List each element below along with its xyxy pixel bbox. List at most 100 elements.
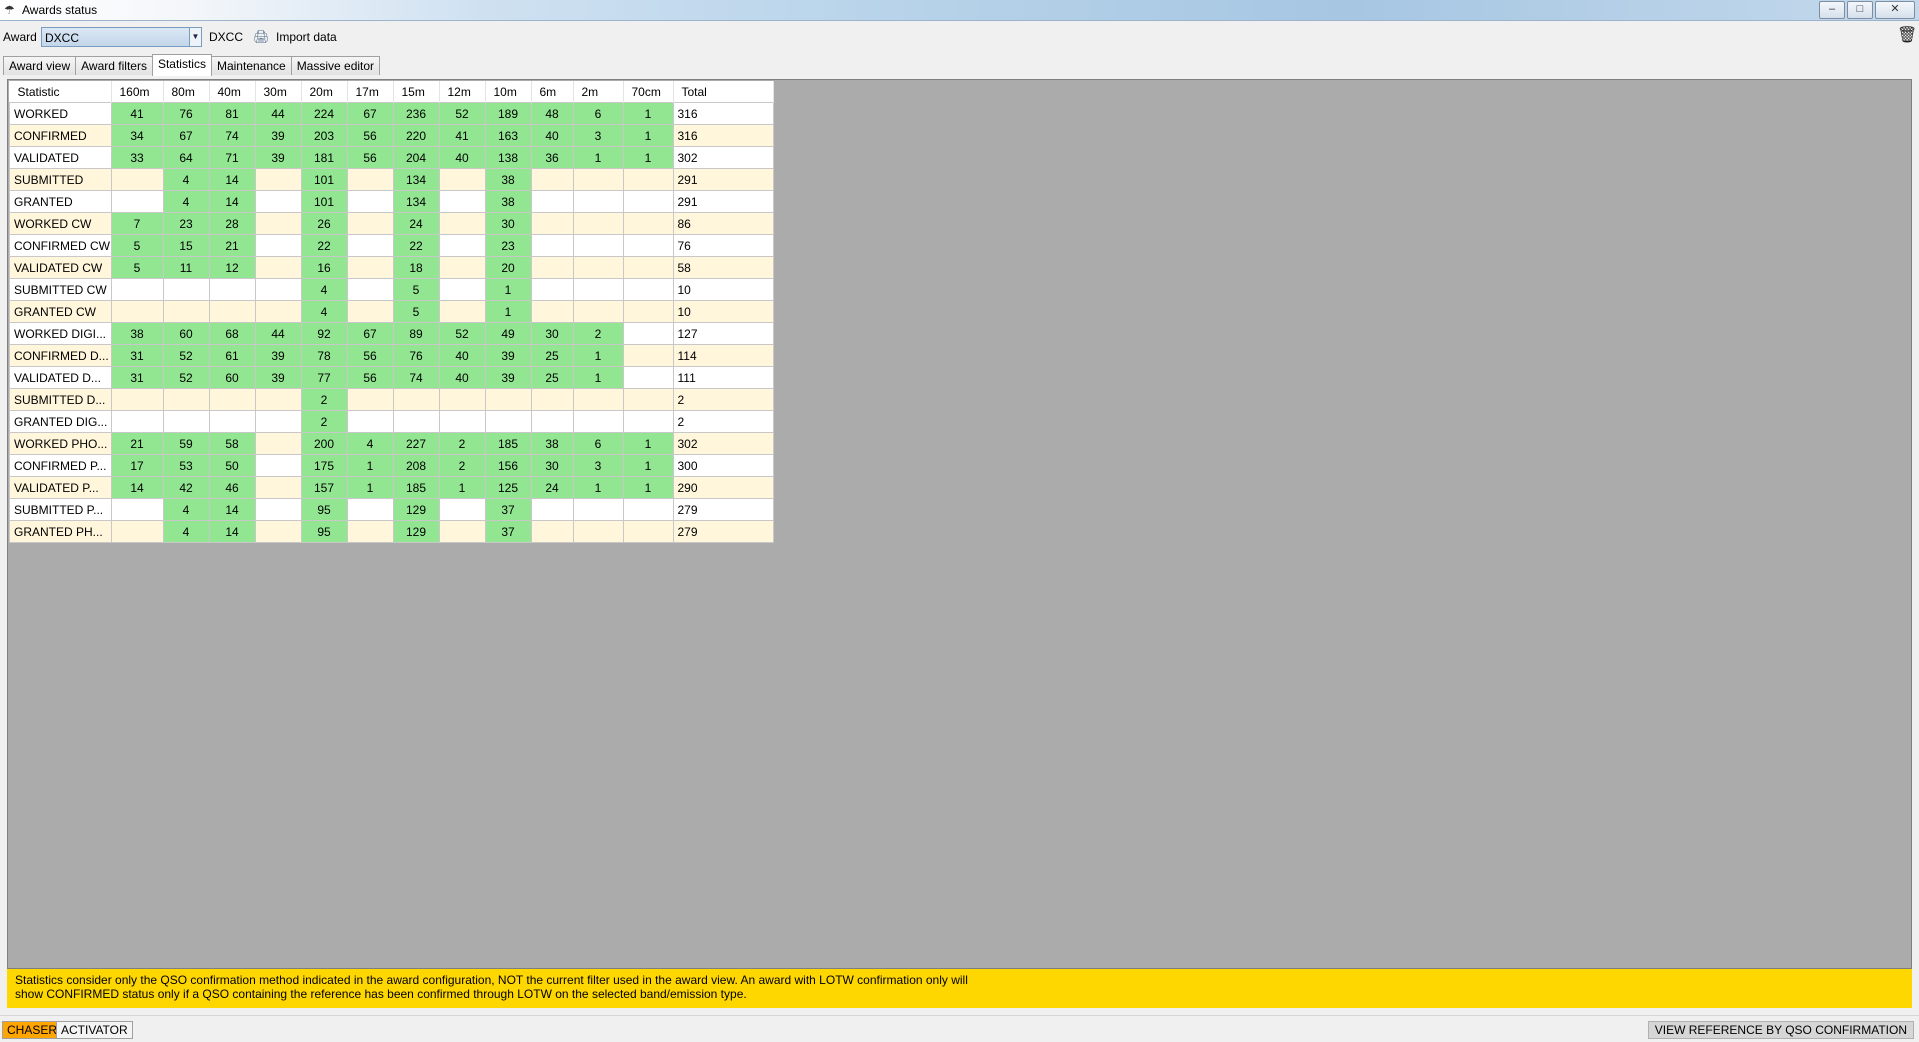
band-value-cell[interactable]: 39: [484, 344, 532, 367]
band-value-cell[interactable]: 39: [254, 146, 302, 169]
band-value-cell[interactable]: 24: [392, 212, 440, 235]
band-value-cell[interactable]: 95: [300, 498, 348, 521]
column-header[interactable]: 6m: [531, 81, 574, 103]
band-value-cell[interactable]: [530, 234, 574, 257]
band-value-cell[interactable]: [438, 388, 486, 411]
band-value-cell[interactable]: 20: [484, 256, 532, 279]
band-value-cell[interactable]: 76: [392, 344, 440, 367]
total-cell[interactable]: 302: [672, 146, 774, 169]
table-row[interactable]: VALIDATED D... 31 52 60 39 77 56 74 40 39 25 1 111: [9, 366, 774, 389]
band-value-cell[interactable]: [110, 520, 164, 543]
band-value-cell[interactable]: 44: [254, 322, 302, 345]
table-row[interactable]: GRANTED PH... 4 14 95 129 37 279: [9, 520, 774, 543]
band-value-cell[interactable]: 34: [110, 124, 164, 147]
statistic-name-cell[interactable]: VALIDATED P...: [9, 476, 112, 499]
band-value-cell[interactable]: 15: [162, 234, 210, 257]
band-value-cell[interactable]: 157: [300, 476, 348, 499]
column-header[interactable]: 20m: [301, 81, 348, 103]
view-reference-button[interactable]: VIEW REFERENCE BY QSO CONFIRMATION: [1647, 1021, 1914, 1039]
table-row[interactable]: WORKED 41 76 81 44 224 67 236 52 189 48 6 1 316: [9, 102, 774, 125]
total-cell[interactable]: 111: [672, 366, 774, 389]
band-value-cell[interactable]: [162, 410, 210, 433]
band-value-cell[interactable]: [438, 410, 486, 433]
band-value-cell[interactable]: [530, 388, 574, 411]
band-value-cell[interactable]: [484, 388, 532, 411]
band-value-cell[interactable]: [110, 410, 164, 433]
band-value-cell[interactable]: [254, 278, 302, 301]
statistic-name-cell[interactable]: SUBMITTED P...: [9, 498, 112, 521]
band-value-cell[interactable]: [530, 498, 574, 521]
statistic-name-cell[interactable]: GRANTED CW: [9, 300, 112, 323]
band-value-cell[interactable]: 1: [346, 454, 394, 477]
statistic-name-cell[interactable]: SUBMITTED CW: [9, 278, 112, 301]
band-value-cell[interactable]: 175: [300, 454, 348, 477]
band-value-cell[interactable]: 5: [392, 278, 440, 301]
band-value-cell[interactable]: 25: [530, 344, 574, 367]
tab-award-view[interactable]: Award view: [3, 56, 77, 75]
band-value-cell[interactable]: [208, 388, 256, 411]
band-value-cell[interactable]: 60: [208, 366, 256, 389]
band-value-cell[interactable]: [622, 234, 674, 257]
band-value-cell[interactable]: 21: [208, 234, 256, 257]
table-row[interactable]: GRANTED CW 4 5 1 10: [9, 300, 774, 323]
band-value-cell[interactable]: 21: [110, 432, 164, 455]
band-value-cell[interactable]: 92: [300, 322, 348, 345]
band-value-cell[interactable]: 101: [300, 168, 348, 191]
maximize-icon[interactable]: □: [1847, 1, 1873, 19]
band-value-cell[interactable]: 38: [484, 168, 532, 191]
band-value-cell[interactable]: [572, 212, 624, 235]
band-value-cell[interactable]: [254, 520, 302, 543]
band-value-cell[interactable]: 44: [254, 102, 302, 125]
statistic-name-cell[interactable]: GRANTED DIG...: [9, 410, 112, 433]
band-value-cell[interactable]: 4: [162, 190, 210, 213]
band-value-cell[interactable]: 138: [484, 146, 532, 169]
band-value-cell[interactable]: [346, 300, 394, 323]
band-value-cell[interactable]: 39: [254, 344, 302, 367]
band-value-cell[interactable]: 33: [110, 146, 164, 169]
band-value-cell[interactable]: 31: [110, 366, 164, 389]
band-value-cell[interactable]: 39: [254, 366, 302, 389]
band-value-cell[interactable]: [162, 300, 210, 323]
band-value-cell[interactable]: [346, 190, 394, 213]
band-value-cell[interactable]: [438, 212, 486, 235]
band-value-cell[interactable]: 67: [162, 124, 210, 147]
band-value-cell[interactable]: 24: [530, 476, 574, 499]
band-value-cell[interactable]: [622, 278, 674, 301]
close-icon[interactable]: ✕: [1875, 1, 1915, 19]
total-cell[interactable]: 291: [672, 168, 774, 191]
band-value-cell[interactable]: 156: [484, 454, 532, 477]
column-header[interactable]: 160m: [111, 81, 164, 103]
band-value-cell[interactable]: 4: [162, 498, 210, 521]
band-value-cell[interactable]: 22: [392, 234, 440, 257]
band-value-cell[interactable]: 40: [438, 344, 486, 367]
band-value-cell[interactable]: 129: [392, 498, 440, 521]
band-value-cell[interactable]: 5: [110, 234, 164, 257]
band-value-cell[interactable]: 56: [346, 344, 394, 367]
tab-massive-editor[interactable]: Massive editor: [290, 56, 381, 75]
band-value-cell[interactable]: 1: [572, 146, 624, 169]
band-value-cell[interactable]: 95: [300, 520, 348, 543]
import-data-button[interactable]: 🖨 Import data: [253, 26, 337, 48]
band-value-cell[interactable]: 3: [572, 454, 624, 477]
band-value-cell[interactable]: 129: [392, 520, 440, 543]
column-header[interactable]: 17m: [347, 81, 394, 103]
band-value-cell[interactable]: [254, 388, 302, 411]
trash-icon[interactable]: 🗑: [1897, 26, 1917, 46]
band-value-cell[interactable]: 61: [208, 344, 256, 367]
band-value-cell[interactable]: [572, 520, 624, 543]
band-value-cell[interactable]: [438, 168, 486, 191]
column-header[interactable]: Total: [673, 81, 774, 103]
band-value-cell[interactable]: 31: [110, 344, 164, 367]
tab-statistics[interactable]: Statistics: [151, 54, 212, 76]
band-value-cell[interactable]: 67: [346, 322, 394, 345]
band-value-cell[interactable]: [254, 168, 302, 191]
statistic-name-cell[interactable]: SUBMITTED D...: [9, 388, 112, 411]
band-value-cell[interactable]: 181: [300, 146, 348, 169]
column-header[interactable]: Statistic: [9, 81, 112, 103]
statistic-name-cell[interactable]: WORKED CW: [9, 212, 112, 235]
band-value-cell[interactable]: [162, 388, 210, 411]
table-row[interactable]: CONFIRMED 34 67 74 39 203 56 220 41 163 40 3 1 316: [9, 124, 774, 147]
band-value-cell[interactable]: 1: [346, 476, 394, 499]
band-value-cell[interactable]: [530, 168, 574, 191]
band-value-cell[interactable]: 58: [208, 432, 256, 455]
